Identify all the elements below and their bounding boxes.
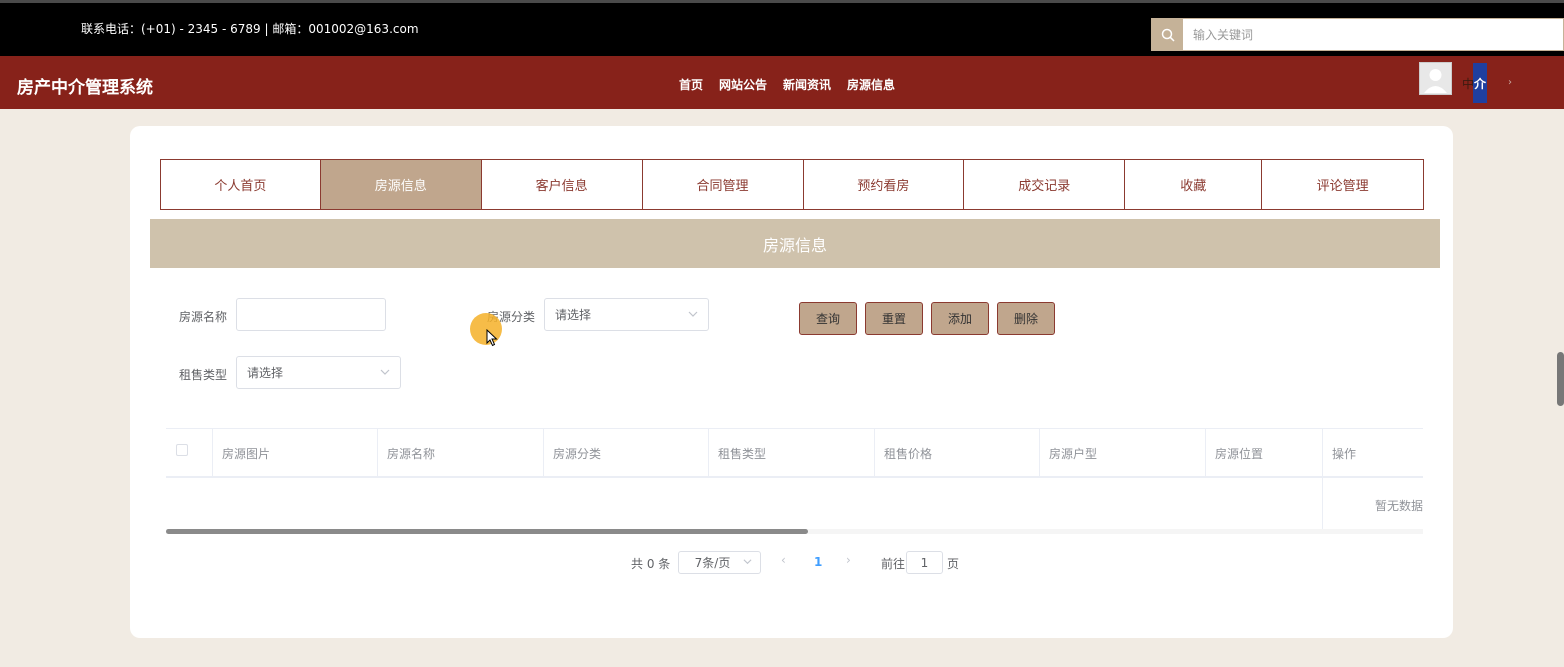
goto-label: 前往 xyxy=(881,557,906,571)
select-all-cell xyxy=(166,429,213,477)
add-button[interactable]: 添加 xyxy=(931,302,989,335)
column-header[interactable]: 房源位置 xyxy=(1206,429,1323,477)
tab-personal-home[interactable]: 个人首页 xyxy=(161,160,321,209)
tab-property-info[interactable]: 房源信息 xyxy=(320,160,482,209)
reset-button[interactable]: 重置 xyxy=(865,302,923,335)
nav-announcements[interactable]: 网站公告 xyxy=(719,76,767,93)
horizontal-scroll-thumb[interactable] xyxy=(166,529,808,534)
property-table: 房源图片 房源名称 房源分类 租售类型 租售价格 房源户型 房源位置 操作 暂无… xyxy=(166,428,1423,536)
search-icon[interactable] xyxy=(1152,19,1183,50)
name-label: 房源名称 xyxy=(179,310,228,324)
user-badge[interactable]: 介 xyxy=(1473,63,1487,103)
delete-button[interactable]: 删除 xyxy=(997,302,1055,335)
rent-sale-type-select[interactable]: 请选择 xyxy=(236,356,401,389)
user-dropdown-icon[interactable]: › xyxy=(1508,77,1512,88)
column-header[interactable]: 房源户型 xyxy=(1040,429,1206,477)
tab-viewing-appointment[interactable]: 预约看房 xyxy=(803,160,965,209)
category-select-value: 请选择 xyxy=(555,308,592,322)
column-header[interactable]: 房源名称 xyxy=(378,429,544,477)
cursor-arrow-icon xyxy=(486,328,498,350)
main-nav: 首页 网站公告 新闻资讯 房源信息 xyxy=(679,76,895,93)
select-all-checkbox[interactable] xyxy=(176,444,188,456)
contact-info: 联系电话：(+01) - 2345 - 6789 | 邮箱：001002@163… xyxy=(81,22,419,36)
next-page-button[interactable]: › xyxy=(846,553,851,567)
chevron-down-icon xyxy=(688,309,698,322)
avatar[interactable] xyxy=(1419,62,1452,95)
total-count: 共 0 条 xyxy=(631,557,671,571)
column-header[interactable]: 房源图片 xyxy=(213,429,378,477)
page-size-select[interactable]: 7条/页 xyxy=(678,551,761,574)
main-navbar: 房产中介管理系统 首页 网站公告 新闻资讯 房源信息 xyxy=(0,56,1564,109)
column-header[interactable]: 租售类型 xyxy=(709,429,875,477)
chevron-down-icon xyxy=(743,557,752,569)
column-header[interactable]: 房源分类 xyxy=(544,429,709,477)
section-title: 房源信息 xyxy=(150,219,1440,268)
tab-favorites[interactable]: 收藏 xyxy=(1125,160,1263,209)
type-select-value: 请选择 xyxy=(247,366,284,380)
top-contact-bar: 联系电话：(+01) - 2345 - 6789 | 邮箱：001002@163… xyxy=(0,0,1564,56)
page-scrollbar[interactable] xyxy=(1557,352,1564,406)
table-header: 房源图片 房源名称 房源分类 租售类型 租售价格 房源户型 房源位置 操作 xyxy=(166,428,1423,478)
nav-home[interactable]: 首页 xyxy=(679,76,703,93)
goto-page-input[interactable]: 1 xyxy=(906,551,943,574)
nav-property-info[interactable]: 房源信息 xyxy=(847,76,895,93)
property-name-input[interactable] xyxy=(236,298,386,331)
current-page[interactable]: 1 xyxy=(814,555,822,569)
type-label: 租售类型 xyxy=(179,368,228,382)
center-tabs: 个人首页 房源信息 客户信息 合同管理 预约看房 成交记录 收藏 评论管理 xyxy=(160,159,1424,210)
tab-deal-records[interactable]: 成交记录 xyxy=(964,160,1126,209)
query-button[interactable]: 查询 xyxy=(799,302,857,335)
column-header: 操作 xyxy=(1332,446,1357,461)
page-suffix: 页 xyxy=(947,557,960,571)
page-size-value: 7条/页 xyxy=(694,556,731,570)
site-title[interactable]: 房产中介管理系统 xyxy=(17,73,153,98)
tab-contract-management[interactable]: 合同管理 xyxy=(642,160,804,209)
nav-news[interactable]: 新闻资讯 xyxy=(783,76,831,93)
search-box xyxy=(1151,18,1564,51)
tab-customer-info[interactable]: 客户信息 xyxy=(481,160,643,209)
chevron-down-icon xyxy=(380,367,390,380)
column-header[interactable]: 租售价格 xyxy=(875,429,1040,477)
category-select[interactable]: 请选择 xyxy=(544,298,709,331)
empty-state-text: 暂无数据 xyxy=(1374,499,1423,513)
tab-comment-management[interactable]: 评论管理 xyxy=(1262,160,1424,209)
search-input[interactable] xyxy=(1183,19,1563,50)
prev-page-button[interactable]: ‹ xyxy=(781,553,786,567)
